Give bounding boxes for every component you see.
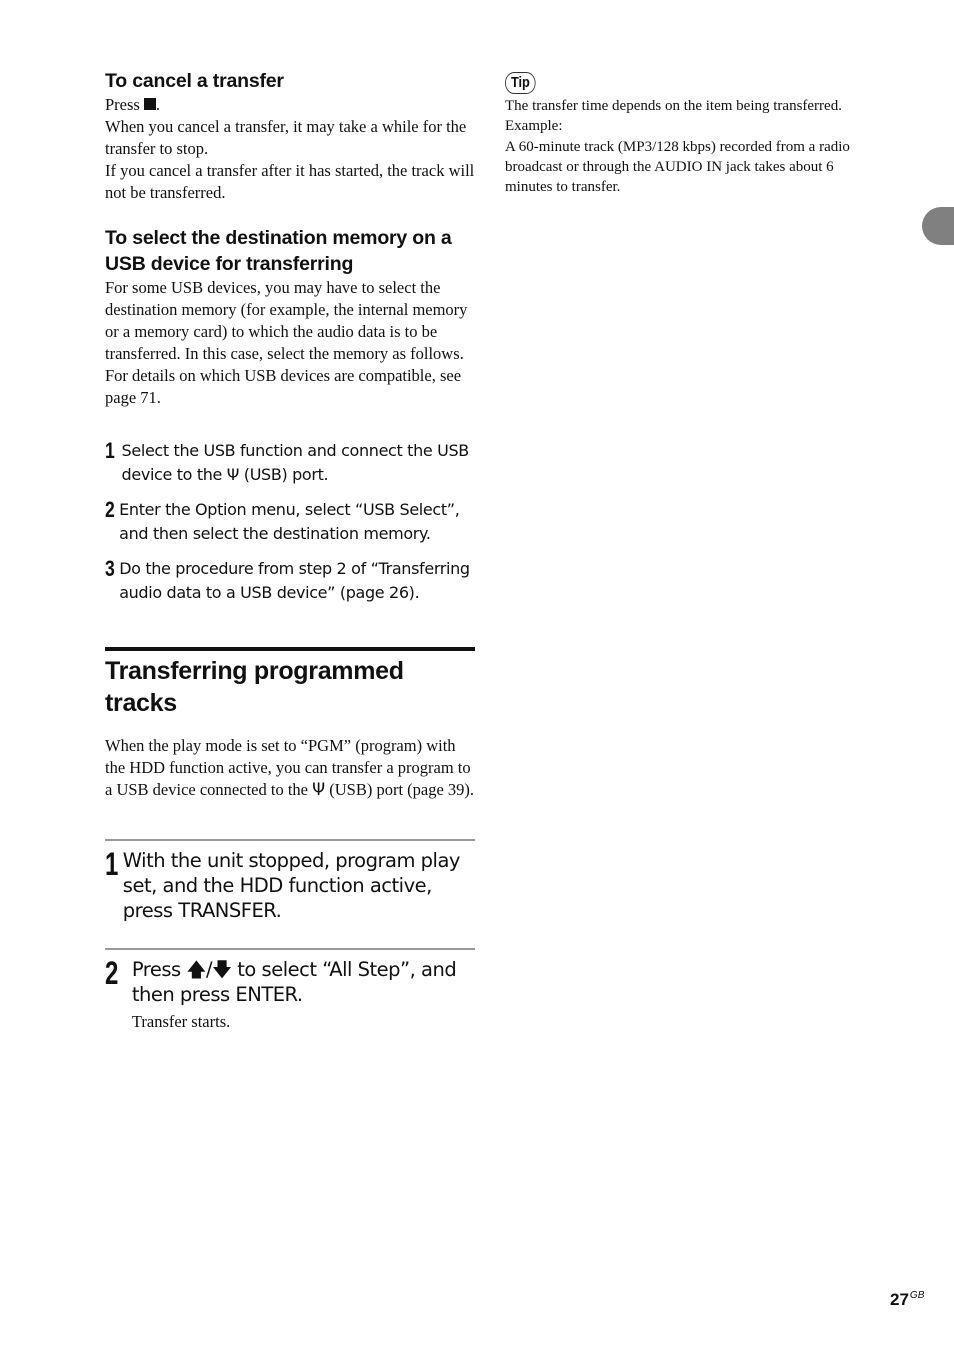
page-number: 27GB (890, 1290, 924, 1310)
step-number: 1 (105, 846, 119, 882)
chapter-side-tab (922, 207, 954, 245)
intro-text-after: (USB) port (page 39). (329, 780, 475, 799)
stop-square-icon (143, 98, 156, 110)
step-number: 1 (105, 438, 115, 463)
cancel-transfer-body: Press. When you cancel a transfer, it ma… (105, 94, 477, 204)
step-number: 2 (105, 955, 119, 991)
section-title: Transferring programmed tracks (105, 657, 404, 717)
tip-line-2: Example: (505, 118, 563, 135)
section-intro: When the play mode is set to “PGM” (prog… (105, 735, 477, 801)
step-text: Do the procedure from step 2 of “Transfe… (119, 559, 470, 602)
step-number: 2 (105, 497, 115, 522)
step-text-before: Press (131, 958, 181, 981)
period: . (155, 95, 160, 114)
tip-body: The transfer time depends on the item be… (505, 96, 865, 197)
destination-step-1: 1 Select the USB function and connect th… (105, 439, 477, 487)
usb-icon: Ψ (312, 780, 326, 799)
section-steps: 1 With the unit stopped, program play se… (105, 839, 477, 1033)
destination-step-3: 3 Do the procedure from step 2 of “Trans… (105, 557, 477, 605)
section-intro-text: When the play mode is set to “PGM” (prog… (105, 735, 477, 801)
right-column: Tip The transfer time depends on the ite… (505, 72, 865, 197)
destination-steps: 1 Select the USB function and connect th… (105, 439, 477, 605)
step-number: 3 (105, 556, 115, 581)
step-text: With the unit stopped, program play set,… (122, 849, 461, 922)
section-step-2: 2 Press 🡅/🡇 to select “All Step”, and th… (105, 950, 477, 1033)
section-divider (105, 647, 475, 651)
section-step-1: 1 With the unit stopped, program play se… (105, 841, 477, 948)
usb-icon: Ψ (226, 465, 240, 484)
step-text-after: to select “All Step”, and then press ENT… (131, 958, 457, 1006)
page-number-value: 27 (890, 1290, 909, 1309)
destination-para-2: For details on which USB devices are com… (105, 366, 462, 407)
tip-line-3: A 60-minute track (MP3/128 kbps) recorde… (505, 138, 850, 196)
up-arrow-icon: 🡅 (186, 958, 206, 981)
step-text: Enter the Option menu, select “USB Selec… (119, 500, 460, 543)
tip-badge: Tip (505, 72, 536, 94)
press-label: Press (105, 95, 140, 114)
cancel-para-1: When you cancel a transfer, it may take … (105, 117, 467, 158)
step-text-after: (USB) port. (243, 465, 329, 484)
cancel-transfer-heading: To cancel a transfer (105, 70, 284, 92)
press-stop-line: Press. (105, 94, 477, 116)
cancel-para-2: If you cancel a transfer after it has st… (105, 161, 475, 202)
destination-para-1: For some USB devices, you may have to se… (105, 278, 468, 363)
destination-memory-body: For some USB devices, you may have to se… (105, 277, 477, 409)
left-column: To cancel a transfer Press. When you can… (105, 68, 477, 1033)
step-text: Press 🡅/🡇 to select “All Step”, and then… (132, 957, 477, 1007)
down-arrow-icon: 🡇 (212, 958, 232, 981)
step-result: Transfer starts. (131, 1012, 231, 1031)
destination-step-2: 2 Enter the Option menu, select “USB Sel… (105, 498, 477, 546)
destination-memory-heading: To select the destination memory on a US… (105, 227, 452, 275)
region-code: GB (909, 1290, 925, 1301)
step-text: Select the USB function and connect the … (122, 439, 477, 487)
tip-line-1: The transfer time depends on the item be… (505, 98, 842, 114)
